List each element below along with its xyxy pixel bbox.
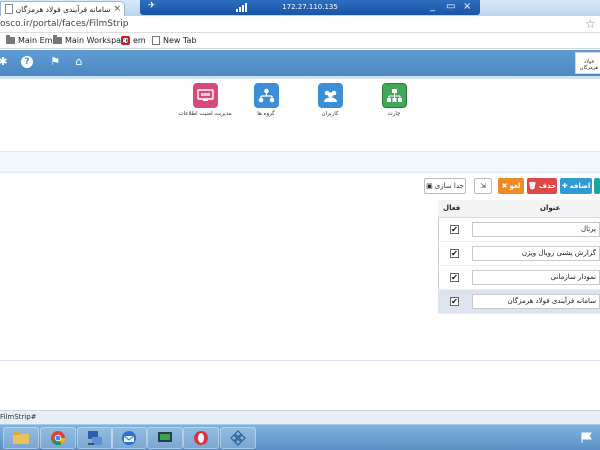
bookmark-em[interactable]: em	[121, 36, 146, 45]
remote-ip: 172.27.110.135	[282, 3, 338, 11]
tab-title: سامانه فرآیندی فولاد هرمزگان	[16, 4, 111, 14]
cancel-icon: ✖	[501, 182, 508, 190]
chrome-icon[interactable]	[40, 427, 76, 449]
menu-label: مدیریت امنیت اطلاعات	[178, 111, 232, 117]
app-toolbar: ✱ ? ⚑ ⌂	[0, 50, 600, 76]
opera-icon[interactable]	[183, 427, 219, 449]
app-menu: مدیریت امنیت اطلاعات گروه ها کاربران چار…	[0, 79, 600, 151]
home-icon[interactable]: ⌂	[73, 56, 85, 68]
active-checkbox[interactable]: ✔	[450, 273, 459, 282]
action-bar: ▣ جدا سازی ⇲ ✖ لغو 🗑 حذف ✚ اضافه	[0, 173, 600, 199]
column-title[interactable]: عنوان	[540, 204, 560, 212]
menu-item-chart[interactable]: چارت	[364, 83, 424, 117]
column-active[interactable]: فعال	[443, 204, 460, 212]
table-row[interactable]: ✔ گزارش پشتی رویال ویژن	[438, 242, 600, 266]
address-bar[interactable]: osco.ir/portal/faces/FilmStrip ☆	[0, 16, 600, 33]
title-cell[interactable]: پرتال	[472, 222, 600, 237]
export-button[interactable]: ⇲	[474, 178, 492, 194]
section-band	[0, 151, 600, 173]
browser-tab[interactable]: سامانه فرآیندی فولاد هرمزگان ×	[0, 1, 125, 16]
page-icon	[5, 4, 13, 14]
menu-item-security[interactable]: مدیریت امنیت اطلاعات	[175, 83, 235, 117]
flag-icon[interactable]: ⚑	[49, 56, 61, 68]
network-icon[interactable]	[77, 427, 113, 449]
plus-icon: ✚	[561, 182, 568, 190]
menu-item-users[interactable]: کاربران	[300, 83, 360, 117]
bookmark-main-em[interactable]: Main Em	[6, 35, 53, 45]
folder-icon	[6, 35, 15, 44]
folder-icon	[53, 35, 62, 44]
content-divider	[0, 360, 600, 361]
gear-icon[interactable]: ✱	[0, 56, 9, 68]
address-text[interactable]: osco.ir/portal/faces/FilmStrip	[0, 19, 128, 29]
bookmarks-bar: Main Em Main Workspace em New Tab	[0, 33, 600, 49]
table-row[interactable]: ✔ نمودار سازمانی	[438, 266, 600, 290]
monitor-icon	[192, 83, 218, 108]
diamond-grid-icon[interactable]	[220, 427, 256, 449]
more-button[interactable]	[594, 178, 600, 194]
cancel-label: لغو	[509, 182, 521, 190]
taskbar	[0, 424, 600, 450]
bookmark-label: Main Em	[18, 36, 53, 45]
page-icon	[152, 36, 160, 45]
status-text: FilmStrip#	[0, 413, 37, 421]
restore-icon[interactable]: ▭	[446, 1, 455, 13]
remote-icon[interactable]	[147, 427, 183, 449]
delete-button[interactable]: 🗑 حذف	[527, 178, 557, 194]
bookmark-label: em	[133, 36, 146, 45]
users-icon	[317, 83, 343, 108]
title-cell[interactable]: سامانه فرآیندی فولاد هرمزگان	[472, 294, 600, 309]
oracle-icon	[121, 36, 130, 45]
org-chart-icon	[381, 83, 407, 108]
menu-label: گروه ها	[257, 111, 275, 117]
title-cell[interactable]: گزارش پشتی رویال ویژن	[472, 246, 600, 261]
status-bar: FilmStrip#	[0, 410, 600, 424]
active-checkbox[interactable]: ✔	[450, 225, 459, 234]
trash-icon: 🗑	[527, 182, 537, 190]
help-icon[interactable]: ?	[21, 56, 33, 68]
active-checkbox[interactable]: ✔	[450, 297, 459, 306]
minimize-icon[interactable]: _	[430, 1, 435, 13]
group-tree-icon	[253, 83, 279, 108]
action-center-flag-icon[interactable]	[580, 432, 594, 444]
bookmark-label: New Tab	[163, 36, 197, 45]
thunderbird-icon[interactable]	[111, 427, 147, 449]
bookmark-new-tab[interactable]: New Tab	[152, 36, 197, 45]
browser-titlebar: سامانه فرآیندی فولاد هرمزگان × ✈ 172.27.…	[0, 0, 600, 16]
remote-desktop-bar: ✈ 172.27.110.135 _ ▭ ×	[140, 0, 480, 15]
table-row[interactable]: ✔ پرتال	[438, 218, 600, 242]
title-cell[interactable]: نمودار سازمانی	[472, 270, 600, 285]
delete-label: حذف	[538, 182, 557, 190]
detach-label: جدا سازی	[434, 182, 464, 190]
close-icon[interactable]: ×	[463, 1, 471, 13]
table-row-selected[interactable]: ✔ سامانه فرآیندی فولاد هرمزگان	[438, 290, 600, 314]
explorer-icon[interactable]	[3, 427, 39, 449]
detach-button[interactable]: ▣ جدا سازی	[424, 178, 466, 194]
menu-label: چارت	[387, 111, 401, 117]
export-icon: ⇲	[480, 182, 486, 190]
cancel-button[interactable]: ✖ لغو	[498, 178, 524, 194]
add-label: اضافه	[569, 182, 591, 190]
menu-item-groups[interactable]: گروه ها	[236, 83, 296, 117]
add-button[interactable]: ✚ اضافه	[560, 178, 592, 194]
grid-header: فعال عنوان	[438, 200, 600, 218]
company-logo: فولاد هرمزگان	[575, 52, 600, 74]
active-checkbox[interactable]: ✔	[450, 249, 459, 258]
menu-label: کاربران	[321, 111, 339, 117]
data-grid: فعال عنوان ✔ پرتال ✔ گزارش پشتی رویال وی…	[438, 200, 600, 314]
bookmark-main-workspace[interactable]: Main Workspace	[53, 35, 130, 45]
tab-close-icon[interactable]: ×	[113, 4, 124, 14]
window-icon: ▣	[426, 182, 433, 190]
star-icon[interactable]: ☆	[585, 17, 596, 31]
